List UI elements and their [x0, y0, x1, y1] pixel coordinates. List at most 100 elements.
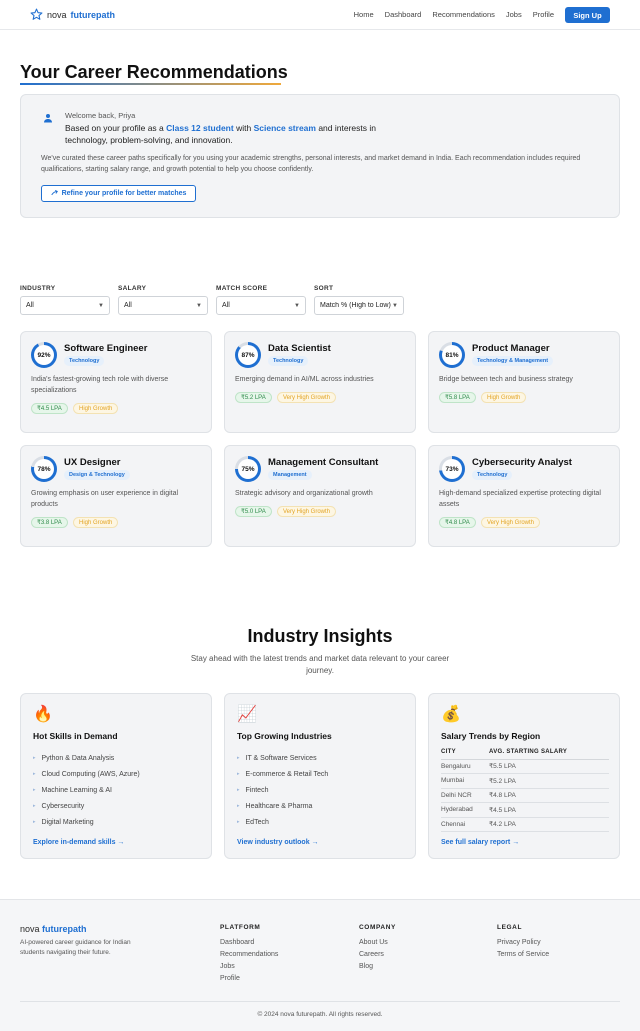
skill-label: Machine Learning & AI — [41, 786, 112, 794]
footer-link-terms[interactable]: Terms of Service — [497, 949, 549, 961]
salary-badge: ₹4.5 LPA — [31, 403, 68, 414]
salary-trends-card: 💰 Salary Trends by Region CITY AVG. STAR… — [428, 693, 620, 859]
growing-industries-list: ▸ IT & Software Services ▸ E-commerce & Re… — [237, 750, 328, 830]
nav-link-recommendations[interactable]: Recommendations — [432, 10, 495, 19]
list-item: ▸ IT & Software Services — [237, 750, 328, 766]
growing-industries-card: 📈 Top Growing Industries ▸ IT & Software … — [224, 693, 416, 859]
title-underline — [20, 83, 281, 85]
top-nav: nova futurepath Home Dashboard Recommend… — [0, 0, 640, 30]
growth-badge: Very High Growth — [277, 506, 337, 517]
footer-link-about[interactable]: About Us — [359, 937, 396, 949]
list-item: ▸ Machine Learning & AI — [33, 782, 140, 798]
hot-skills-title: Hot Skills in Demand — [33, 731, 118, 741]
nav-links: Home Dashboard Recommendations Jobs Prof… — [354, 10, 554, 19]
copyright-text: © 2024 nova futurepath. All rights reser… — [257, 1011, 383, 1018]
bullet-icon: ▸ — [237, 819, 240, 825]
career-card[interactable]: 75% Management Consultant Management Str… — [224, 445, 416, 547]
footer-link-blog[interactable]: Blog — [359, 961, 396, 973]
footer-link-recommendations[interactable]: Recommendations — [220, 949, 278, 961]
footer-legal-column: LEGAL Privacy Policy Terms of Service — [497, 924, 549, 961]
footer-link-profile[interactable]: Profile — [220, 973, 278, 985]
career-title: Data Scientist — [268, 343, 331, 354]
profile-summary: Based on your profile as a Class 12 stud… — [65, 122, 385, 146]
filter-sort-label: SORT — [314, 285, 334, 292]
filter-industry-label: INDUSTRY — [20, 285, 56, 292]
full-salary-report-link[interactable]: See full salary report → — [441, 839, 519, 846]
welcome-card: Welcome back, Priya Based on your profil… — [20, 94, 620, 218]
match-score-label: 87% — [238, 345, 258, 365]
salary-badge: ₹5.2 LPA — [235, 392, 272, 403]
career-card[interactable]: 81% Product Manager Technology & Managem… — [428, 331, 620, 433]
footer-company-heading: COMPANY — [359, 924, 396, 931]
chart-increasing-icon: 📈 — [237, 706, 257, 723]
match-score-label: 73% — [442, 459, 462, 479]
brand-logo[interactable]: nova futurepath — [30, 8, 115, 21]
bullet-icon: ▸ — [33, 771, 36, 777]
growth-badge: High Growth — [481, 392, 527, 403]
salary-cell: ₹4.8 LPA — [489, 788, 609, 803]
growing-industries-title: Top Growing Industries — [237, 731, 332, 741]
career-card[interactable]: 78% UX Designer Design & Technology Grow… — [20, 445, 212, 547]
list-item: ▸ Healthcare & Pharma — [237, 798, 328, 814]
match-score-label: 92% — [34, 345, 54, 365]
explore-skills-link[interactable]: Explore in-demand skills → — [33, 839, 124, 846]
sort-select[interactable]: Match % (High to Low) ▼ — [314, 296, 404, 315]
salary-trends-title: Salary Trends by Region — [441, 731, 541, 741]
chevron-down-icon: ▼ — [196, 302, 202, 309]
footer-platform-heading: PLATFORM — [220, 924, 261, 931]
nav-link-profile[interactable]: Profile — [533, 10, 554, 19]
footer: nova futurepath AI-powered career guidan… — [0, 899, 640, 1031]
table-row: Chennai ₹4.2 LPA — [441, 817, 609, 832]
growth-badge: High Growth — [73, 403, 119, 414]
brand-name-part1: nova — [47, 9, 67, 20]
footer-link-careers[interactable]: Careers — [359, 949, 396, 961]
career-title: Management Consultant — [268, 457, 379, 468]
filter-salary: SALARY All ▼ — [118, 285, 208, 315]
table-row: Delhi NCR ₹4.8 LPA — [441, 788, 609, 803]
bullet-icon: ▸ — [237, 787, 240, 793]
footer-tagline: AI-powered career guidance for Indian st… — [20, 939, 131, 956]
footer-company-column: COMPANY About Us Careers Blog — [359, 924, 396, 973]
career-card[interactable]: 73% Cybersecurity Analyst Technology Hig… — [428, 445, 620, 547]
match-score-select[interactable]: All ▼ — [216, 296, 306, 315]
refine-profile-button[interactable]: Refine your profile for better matches — [41, 185, 196, 202]
skill-label: Cloud Computing (AWS, Azure) — [41, 770, 140, 778]
footer-link-privacy[interactable]: Privacy Policy — [497, 937, 549, 949]
list-item: ▸ Digital Marketing — [33, 814, 140, 830]
salary-cell: ₹4.2 LPA — [489, 817, 609, 832]
match-score-label: 75% — [238, 459, 258, 479]
city-cell: Hyderabad — [441, 802, 489, 818]
bullet-icon: ▸ — [33, 803, 36, 809]
profile-stream: Science stream — [253, 123, 316, 133]
filter-industry: INDUSTRY All ▼ — [20, 285, 110, 315]
salary-select[interactable]: All ▼ — [118, 296, 208, 315]
arrow-up-right-icon — [50, 190, 58, 196]
bullet-icon: ▸ — [237, 771, 240, 777]
career-title: Product Manager — [472, 343, 550, 354]
city-cell: Delhi NCR — [441, 788, 489, 803]
footer-divider — [20, 1001, 620, 1002]
nav-link-jobs[interactable]: Jobs — [506, 10, 522, 19]
footer-link-dashboard[interactable]: Dashboard — [220, 937, 278, 949]
career-card[interactable]: 92% Software Engineer Technology India's… — [20, 331, 212, 433]
column-header-city: CITY — [441, 745, 489, 760]
industry-select[interactable]: All ▼ — [20, 296, 110, 315]
list-item: ▸ E-commerce & Retail Tech — [237, 766, 328, 782]
career-description: Emerging demand in AI/ML across industri… — [235, 376, 374, 383]
fire-icon: 🔥 — [33, 706, 53, 723]
nav-link-home[interactable]: Home — [354, 10, 374, 19]
list-item: ▸ Fintech — [237, 782, 328, 798]
growth-badge: High Growth — [73, 517, 119, 528]
view-industry-outlook-link[interactable]: View industry outlook → — [237, 839, 319, 846]
footer-link-jobs[interactable]: Jobs — [220, 961, 278, 973]
footer-brand-part2: futurepath — [42, 924, 87, 934]
skill-label: Cybersecurity — [41, 802, 85, 810]
chevron-down-icon: ▼ — [392, 302, 398, 309]
career-card[interactable]: 87% Data Scientist Technology Emerging d… — [224, 331, 416, 433]
signup-button[interactable]: Sign Up — [565, 7, 610, 23]
footer-brand[interactable]: nova futurepath — [20, 924, 87, 934]
nav-link-dashboard[interactable]: Dashboard — [385, 10, 422, 19]
hot-skills-card: 🔥 Hot Skills in Demand ▸ Python & Data An… — [20, 693, 212, 859]
bullet-icon: ▸ — [33, 819, 36, 825]
salary-cell: ₹4.5 LPA — [489, 802, 609, 818]
